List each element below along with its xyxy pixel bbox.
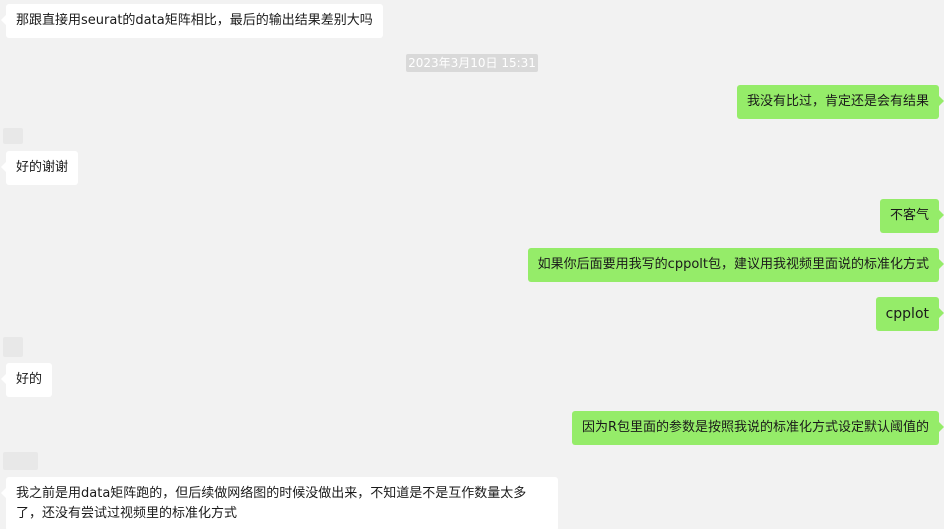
- message-text: cpplot: [885, 306, 929, 322]
- message-text: 如果你后面要用我写的cppolt包，建议用我视频里面说的标准化方式: [537, 257, 929, 272]
- outgoing-message[interactable]: 我没有比过，肯定还是会有结果: [736, 85, 944, 119]
- sender-avatar-blurred: [3, 452, 38, 470]
- message-text: 好的谢谢: [16, 160, 69, 175]
- incoming-message[interactable]: 好的: [0, 363, 53, 397]
- message-text: 好的: [16, 372, 43, 387]
- incoming-message[interactable]: 我之前是用data矩阵跑的，但后续做网络图的时候没做出来，不知道是不是互作数量太…: [1, 477, 558, 529]
- sender-avatar-blurred: [3, 128, 23, 144]
- timestamp: 2023年3月10日 15:31: [406, 54, 538, 72]
- incoming-message[interactable]: 那跟直接用seurat的data矩阵相比，最后的输出结果差别大吗: [1, 4, 383, 38]
- incoming-message[interactable]: 好的谢谢: [0, 151, 79, 185]
- outgoing-message[interactable]: cpplot: [875, 297, 944, 331]
- chat-window: 那跟直接用seurat的data矩阵相比，最后的输出结果差别大吗 2023年3月…: [0, 0, 944, 529]
- outgoing-message[interactable]: 不客气: [879, 199, 944, 233]
- message-text: 我之前是用data矩阵跑的，但后续做网络图的时候没做出来，不知道是不是互作数量太…: [16, 486, 527, 521]
- sender-avatar-blurred: [3, 337, 23, 357]
- outgoing-message[interactable]: 如果你后面要用我写的cppolt包，建议用我视频里面说的标准化方式: [527, 248, 944, 282]
- message-text: 那跟直接用seurat的data矩阵相比，最后的输出结果差别大吗: [16, 13, 373, 28]
- outgoing-message[interactable]: 因为R包里面的参数是按照我说的标准化方式设定默认阈值的: [571, 411, 944, 445]
- message-text: 不客气: [889, 208, 929, 223]
- message-text: 因为R包里面的参数是按照我说的标准化方式设定默认阈值的: [581, 420, 929, 435]
- message-text: 我没有比过，肯定还是会有结果: [746, 94, 929, 109]
